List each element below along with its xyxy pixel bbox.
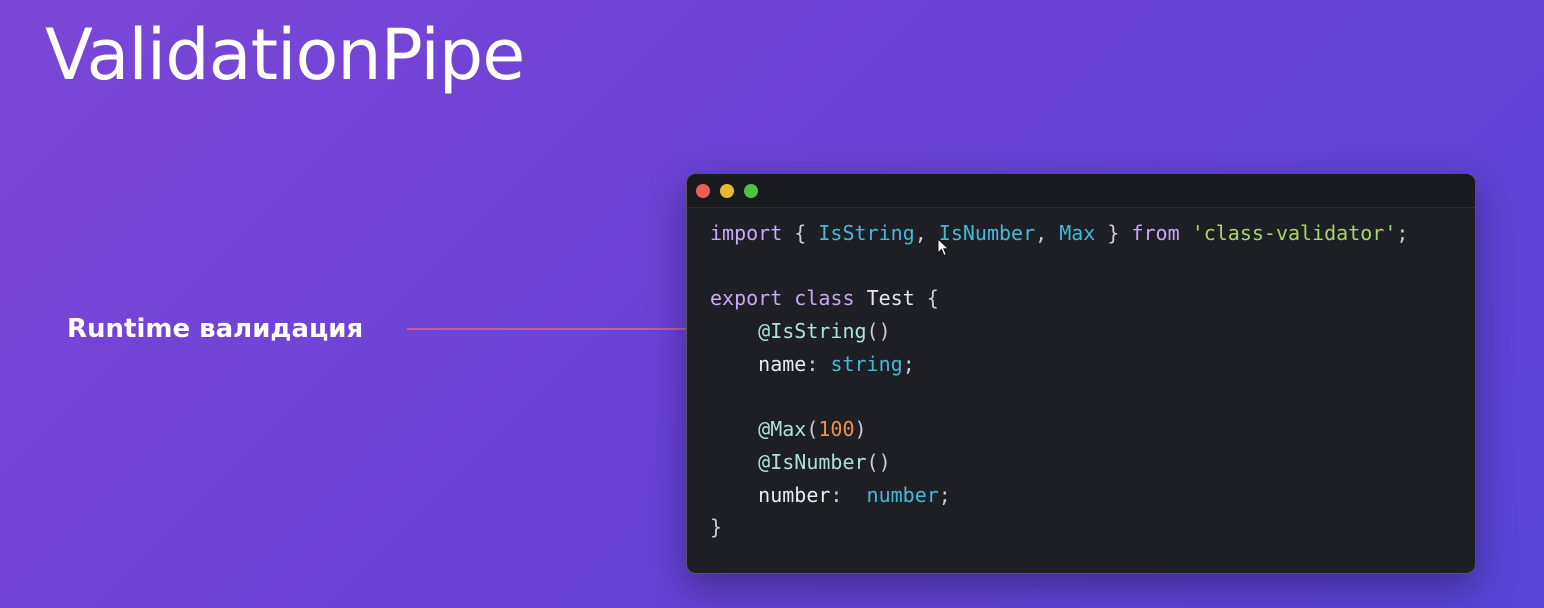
code-token-decorator: @IsNumber (758, 449, 867, 474)
code-token-keyword: import (710, 221, 783, 245)
code-token-punct: , (914, 221, 939, 245)
minimize-dot-icon[interactable] (720, 184, 734, 198)
code-token-punct (710, 352, 758, 376)
code-token-decorator: @Max (758, 417, 807, 442)
code-line: } (710, 511, 1465, 544)
maximize-dot-icon[interactable] (744, 184, 758, 198)
code-token-punct (710, 483, 758, 507)
code-token-punct: ; (1396, 221, 1409, 245)
code-token-punct: ; (902, 351, 915, 376)
code-token-number: 100 (818, 417, 855, 442)
code-token-keyword: class (794, 286, 855, 311)
code-token-keyword: export (710, 286, 783, 311)
code-token-type: string (830, 351, 903, 376)
code-token-punct: { (914, 286, 939, 311)
code-token-punct (710, 319, 758, 343)
code-token-ident: IsNumber (938, 221, 1036, 245)
mouse-cursor-icon (937, 238, 950, 257)
arrow-right-icon (407, 322, 723, 336)
code-token-punct: : (806, 351, 831, 376)
code-window: import { IsString, IsNumber, Max } from … (686, 173, 1476, 574)
code-line: @IsString() (710, 315, 1465, 348)
code-token-punct: } (710, 515, 723, 540)
code-token-punct: ; (938, 482, 951, 507)
code-token-punct: () (866, 449, 891, 474)
callout-label: Runtime валидация (67, 314, 364, 344)
code-token-punct: { (782, 221, 819, 245)
code-token-punct (855, 286, 867, 310)
code-token-punct: () (866, 319, 891, 344)
code-line: import { IsString, IsNumber, Max } from … (710, 217, 1465, 250)
code-line: @Max(100) (710, 413, 1465, 446)
window-titlebar (687, 174, 1475, 208)
code-token-decorator: @IsString (758, 319, 867, 344)
code-line: name: string; (710, 348, 1465, 381)
code-token-punct: ( (806, 417, 819, 442)
code-token-punct (710, 417, 758, 441)
code-token-prop: name (758, 351, 807, 376)
code-token-punct (782, 286, 794, 310)
code-line: number: number; (710, 479, 1465, 512)
code-token-ident: IsString (818, 221, 915, 245)
code-token-string: 'class-validator' (1191, 221, 1397, 245)
code-token-ident: Max (1059, 221, 1096, 245)
code-block: import { IsString, IsNumber, Max } from … (710, 217, 1465, 544)
code-token-punct: ) (854, 417, 867, 442)
code-line: @IsNumber() (710, 446, 1465, 479)
code-token-punct: : (830, 482, 867, 507)
code-token-punct: , (1035, 221, 1060, 245)
code-token-punct (710, 450, 758, 474)
close-dot-icon[interactable] (696, 184, 710, 198)
code-line: export class Test { (710, 282, 1465, 315)
slide-title: ValidationPipe (45, 14, 525, 96)
code-token-keyword: from (1131, 221, 1180, 245)
code-token-prop: number (758, 482, 831, 507)
code-token-type: number (866, 482, 939, 507)
code-token-punct: } (1095, 221, 1132, 245)
code-token-punct (1180, 221, 1192, 245)
code-token-classname: Test (866, 286, 915, 311)
